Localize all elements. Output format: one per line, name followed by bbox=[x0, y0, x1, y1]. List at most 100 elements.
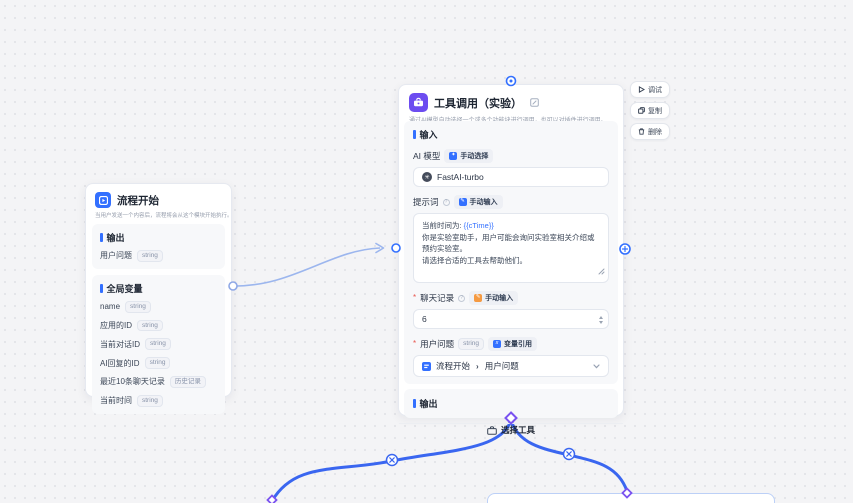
prompt-text: 你是实验室助手，用户可能会询问实验室相关介绍或预约实验室。 bbox=[422, 232, 600, 255]
resize-handle-icon[interactable] bbox=[598, 267, 605, 279]
global-var-row: name string bbox=[100, 301, 217, 313]
flow-start-icon bbox=[95, 192, 111, 208]
delete-button[interactable]: 删除 bbox=[630, 123, 670, 140]
manual-select-icon: ✦ bbox=[449, 152, 457, 160]
edit-title-icon[interactable] bbox=[530, 98, 539, 107]
manual-select-badge[interactable]: ✦ 手动选择 bbox=[444, 149, 493, 163]
select-tool-button[interactable]: 选择工具 bbox=[399, 423, 623, 436]
edge-delete-button[interactable] bbox=[387, 455, 398, 466]
start-output-section: 输出 用户问题 string bbox=[92, 224, 225, 269]
global-var-row: 当前对话ID string bbox=[100, 338, 217, 350]
chevron-down-icon bbox=[593, 364, 600, 369]
start-node-title: 流程开始 bbox=[117, 193, 159, 208]
flow-canvas[interactable]: 流程开始 当用户发送一个内容后，流程将会从这个模块开始执行。 输出 用户问题 s… bbox=[0, 0, 853, 503]
chat-history-label: 聊天记录 bbox=[420, 292, 454, 304]
edge-delete-button[interactable] bbox=[564, 449, 575, 460]
node-partial-bottom-right[interactable] bbox=[487, 493, 775, 503]
section-accent-bar bbox=[100, 284, 103, 293]
select-value-field: 用户问题 bbox=[485, 360, 519, 372]
global-var-label: 当前对话ID bbox=[100, 339, 140, 350]
type-tag: string bbox=[137, 320, 163, 332]
global-var-label: 最近10条聊天记录 bbox=[100, 376, 165, 387]
node-flow-start[interactable]: 流程开始 当用户发送一个内容后，流程将会从这个模块开始执行。 输出 用户问题 s… bbox=[85, 183, 232, 397]
edge-end-diamond[interactable] bbox=[268, 496, 277, 503]
global-var-row: 当前时间 string bbox=[100, 395, 217, 407]
variable-ref-badge[interactable]: x 变量引用 bbox=[488, 337, 537, 351]
global-var-row: 应用的ID string bbox=[100, 320, 217, 332]
help-icon[interactable]: ? bbox=[458, 295, 465, 302]
ai-model-label-row: AI 模型 ✦ 手动选择 bbox=[413, 149, 609, 163]
prompt-label: 提示词 bbox=[413, 196, 439, 208]
global-var-row: AI回复的ID string bbox=[100, 357, 217, 369]
type-tag: string bbox=[125, 301, 151, 313]
start-node-header: 流程开始 bbox=[86, 184, 231, 211]
type-tag: string bbox=[137, 395, 163, 407]
type-tag: string bbox=[137, 250, 163, 262]
prompt-text: 请选择合适的工具去帮助他们。 bbox=[422, 255, 600, 267]
required-mark: * bbox=[413, 294, 416, 302]
stepper-down-icon[interactable] bbox=[599, 321, 603, 324]
required-mark: * bbox=[413, 340, 416, 348]
play-icon bbox=[638, 86, 645, 93]
node-tool-call[interactable]: 工具调用（实验） 通过AI模型自动选择一个或多个功能块进行调用，也可以对插件进行… bbox=[398, 84, 624, 416]
type-tag: string bbox=[458, 338, 484, 350]
ai-model-value: FastAI-turbo bbox=[437, 172, 484, 182]
prompt-variable: {{cTime}} bbox=[464, 221, 494, 230]
copy-icon bbox=[638, 107, 645, 114]
manual-input-badge[interactable]: ✎ 手动输入 bbox=[454, 195, 503, 209]
global-var-label: name bbox=[100, 302, 120, 311]
global-var-label: AI回复的ID bbox=[100, 358, 140, 369]
globals-section-title: 全局变量 bbox=[107, 282, 143, 295]
global-var-row: 最近10条聊天记录 历史记录 bbox=[100, 376, 217, 388]
briefcase-icon bbox=[487, 426, 497, 435]
user-question-label: 用户问题 bbox=[420, 338, 454, 350]
start-globals-section: 全局变量 name string 应用的ID string 当前对话ID str… bbox=[92, 275, 225, 414]
tool-node-title: 工具调用（实验） bbox=[434, 95, 522, 111]
user-question-label-row: * 用户问题 string x 变量引用 bbox=[413, 337, 609, 351]
trash-icon bbox=[638, 128, 645, 135]
close-icon bbox=[390, 458, 394, 462]
edge-arrowhead bbox=[376, 244, 384, 253]
output-section-title: 输出 bbox=[420, 397, 438, 410]
manual-input-icon: ✎ bbox=[474, 294, 482, 302]
output-row: 用户问题 string bbox=[100, 250, 217, 262]
chat-history-value: 6 bbox=[422, 314, 427, 324]
output-section-title: 输出 bbox=[107, 231, 125, 244]
tool-input-section: 输入 AI 模型 ✦ 手动选择 ✳ FastAI-turbo 提示词 ? ✎ 手… bbox=[404, 121, 618, 384]
help-icon[interactable]: ? bbox=[443, 199, 450, 206]
prompt-text: 当前时间为: bbox=[422, 221, 464, 230]
prompt-label-row: 提示词 ? ✎ 手动输入 bbox=[413, 195, 609, 209]
global-var-label: 应用的ID bbox=[100, 320, 132, 331]
variable-ref-icon: x bbox=[493, 340, 501, 348]
type-tag: string bbox=[145, 338, 171, 350]
tool-output-section: 输出 bbox=[404, 389, 618, 418]
breadcrumb-separator: › bbox=[475, 362, 480, 371]
input-section-title: 输入 bbox=[420, 128, 438, 141]
prompt-textarea[interactable]: 当前时间为: {{cTime}} 你是实验室助手，用户可能会询问实验室相关介绍或… bbox=[413, 213, 609, 283]
ai-model-label: AI 模型 bbox=[413, 150, 440, 162]
start-node-description: 当用户发送一个内容后，流程将会从这个模块开始执行。 bbox=[86, 211, 231, 224]
chat-history-number-input[interactable]: 6 bbox=[413, 309, 609, 329]
global-var-label: 当前时间 bbox=[100, 395, 132, 406]
section-accent-bar bbox=[100, 233, 103, 242]
type-tag: string bbox=[145, 357, 171, 369]
tool-node-header: 工具调用（实验） bbox=[399, 85, 623, 115]
copy-button[interactable]: 复制 bbox=[630, 102, 670, 119]
select-value-source: 流程开始 bbox=[436, 360, 470, 372]
model-logo-icon: ✳ bbox=[422, 172, 432, 182]
user-question-select[interactable]: 流程开始 › 用户问题 bbox=[413, 355, 609, 377]
manual-input-icon: ✎ bbox=[459, 198, 467, 206]
stepper-up-icon[interactable] bbox=[599, 316, 603, 319]
source-node-icon bbox=[422, 362, 431, 371]
manual-input-badge[interactable]: ✎ 手动输入 bbox=[469, 291, 518, 305]
output-label: 用户问题 bbox=[100, 250, 132, 261]
node-action-toolbar: 调试 复制 删除 bbox=[630, 81, 670, 140]
debug-button[interactable]: 调试 bbox=[630, 81, 670, 98]
chat-history-label-row: * 聊天记录 ? ✎ 手动输入 bbox=[413, 291, 609, 305]
edge-start-to-tool bbox=[233, 248, 380, 286]
section-accent-bar bbox=[413, 399, 416, 408]
close-icon bbox=[567, 452, 571, 456]
toolbox-icon bbox=[409, 93, 428, 112]
ai-model-select[interactable]: ✳ FastAI-turbo bbox=[413, 167, 609, 187]
number-stepper[interactable] bbox=[599, 310, 603, 330]
